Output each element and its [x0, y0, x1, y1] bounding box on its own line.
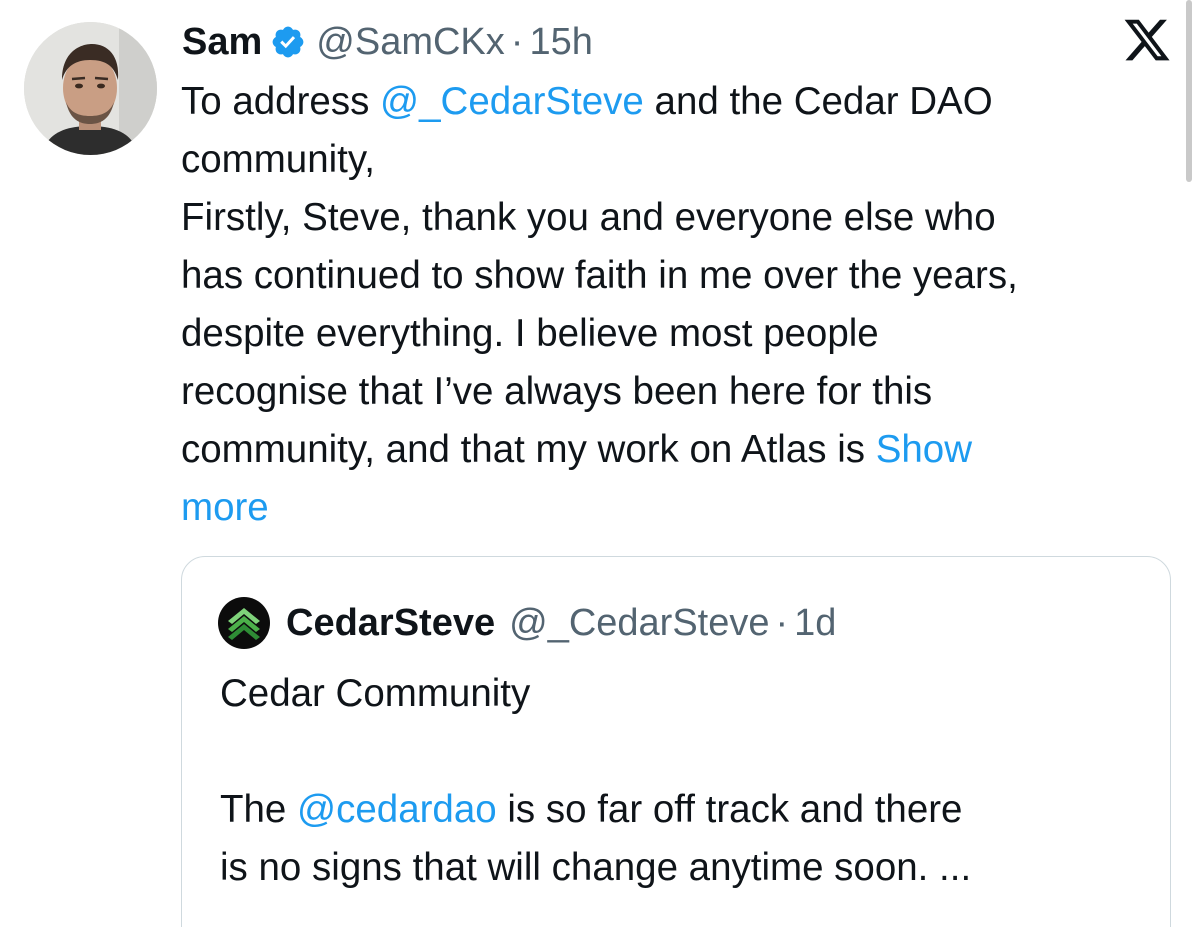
mention-link[interactable]: @_CedarSteve [380, 80, 644, 123]
quoted-text-line: The @cedardao is so far off track and th… [220, 781, 1150, 839]
text-segment: and the Cedar DAO [643, 80, 993, 123]
text-segment: is so far off track and there [496, 788, 963, 831]
quoted-author-display-name[interactable]: CedarSteve [286, 602, 495, 645]
header-separator: · [510, 21, 524, 63]
tweet-text-line: Firstly, Steve, thank you and everyone e… [181, 196, 996, 239]
tweet-text-line: community, [181, 138, 375, 181]
cedar-logo-icon[interactable] [218, 597, 270, 649]
quoted-text-blank-line [220, 723, 1150, 781]
tweet-text-line: community, and that my work on Atlas is … [181, 421, 1181, 479]
mention-link[interactable]: @cedardao [297, 788, 497, 831]
tweet-text-line: To address @_CedarSteve and the Cedar DA… [181, 73, 1181, 131]
show-more-link[interactable]: more [181, 486, 269, 529]
text-segment: The [220, 788, 298, 831]
tweet-text-line: more [181, 479, 1181, 537]
author-avatar[interactable] [24, 22, 157, 155]
text-segment: community, and that my work on Atlas is [181, 428, 876, 471]
scrollbar[interactable] [1186, 0, 1192, 182]
quoted-tweet-header: CedarSteve @_CedarSteve · 1d [218, 597, 836, 649]
author-display-name[interactable]: Sam [182, 20, 262, 64]
tweet-header: Sam @SamCKx · 15h [182, 20, 593, 64]
quoted-header-separator: · [775, 601, 789, 644]
tweet-text-line: despite everything. I believe most peopl… [181, 312, 879, 355]
tweet[interactable]: Sam @SamCKx · 15h To address @_CedarStev… [0, 0, 1199, 927]
tweet-text-line: has continued to show faith in me over t… [181, 254, 1018, 297]
author-handle[interactable]: @SamCKx [316, 20, 505, 64]
text-segment: To address [181, 80, 381, 123]
tweet-timestamp[interactable]: 15h [529, 20, 592, 64]
quoted-tweet-timestamp[interactable]: 1d [794, 602, 836, 645]
tweet-text-line: recognise that I’ve always been here for… [181, 370, 933, 413]
user-avatar-image [24, 22, 157, 155]
x-logo-icon [1124, 19, 1170, 61]
verified-badge-icon [272, 26, 304, 58]
quoted-author-handle[interactable]: @_CedarSteve [509, 602, 769, 645]
quoted-text-line: is no signs that will change anytime soo… [220, 846, 972, 889]
tweet-text: To address @_CedarSteve and the Cedar DA… [181, 73, 1181, 537]
quoted-tweet-text: Cedar Community The @cedardao is so far … [220, 665, 1150, 897]
quoted-tweet[interactable]: CedarSteve @_CedarSteve · 1d Cedar Commu… [181, 556, 1171, 927]
quoted-text-line: Cedar Community [220, 672, 531, 715]
show-more-link[interactable]: Show [876, 428, 972, 471]
